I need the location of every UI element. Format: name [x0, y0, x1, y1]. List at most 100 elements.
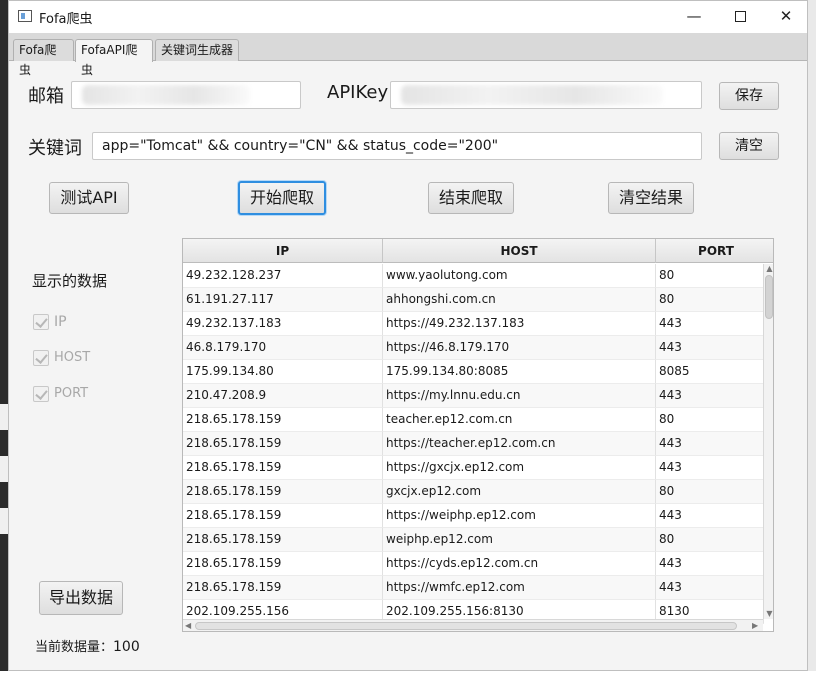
cell-host: 175.99.134.80:8085 [383, 360, 656, 384]
cell-host: https://wmfc.ep12.com [383, 576, 656, 600]
minimize-button[interactable]: — [671, 1, 717, 33]
desktop-fragment [0, 508, 8, 534]
keyword-label: 关键词 [28, 138, 82, 159]
cell-host: https://weiphp.ep12.com [383, 504, 656, 528]
cell-host: https://teacher.ep12.com.cn [383, 432, 656, 456]
test-api-button[interactable]: 测试API [49, 182, 129, 214]
results-table[interactable]: IP HOST PORT 49.232.128.237 www.yaolutong… [182, 238, 774, 632]
scroll-right-icon[interactable]: ▶ [752, 621, 758, 630]
table-row[interactable]: 218.65.178.159 https://cyds.ep12.com.cn 44… [183, 552, 764, 576]
cell-ip: 175.99.134.80 [183, 360, 383, 384]
cell-port: 8085 [656, 360, 764, 384]
save-button[interactable]: 保存 [719, 82, 779, 110]
start-crawl-button[interactable]: 开始爬取 [238, 181, 326, 215]
checkbox-port-box[interactable] [33, 386, 49, 402]
cell-port: 443 [656, 312, 764, 336]
cell-ip: 218.65.178.159 [183, 552, 383, 576]
table-row[interactable]: 218.65.178.159 weiphp.ep12.com 80 [183, 528, 764, 552]
display-options-title: 显示的数据 [32, 272, 108, 290]
checkbox-ip-box[interactable] [33, 314, 49, 330]
cell-host: https://46.8.179.170 [383, 336, 656, 360]
table-row[interactable]: 218.65.178.159 https://teacher.ep12.com.c… [183, 432, 764, 456]
checkbox-ip-label: IP [54, 314, 67, 330]
stop-crawl-button[interactable]: 结束爬取 [428, 182, 514, 214]
cell-port: 80 [656, 480, 764, 504]
apikey-label: APIKey [327, 82, 389, 103]
cell-ip: 210.47.208.9 [183, 384, 383, 408]
tab-keyword-generator[interactable]: 关键词生成器 [155, 39, 239, 61]
cell-ip: 218.65.178.159 [183, 528, 383, 552]
horizontal-scrollbar[interactable]: ◀ ▶ [183, 619, 763, 631]
table-row[interactable]: 218.65.178.159 gxcjx.ep12.com 80 [183, 480, 764, 504]
clear-results-button[interactable]: 清空结果 [608, 182, 694, 214]
table-body: 49.232.128.237 www.yaolutong.com 80 61.191.… [183, 264, 764, 624]
data-count-label: 当前数据量：100 [35, 636, 140, 655]
desktop-fragment [0, 456, 8, 482]
cell-host: gxcjx.ep12.com [383, 480, 656, 504]
table-row[interactable]: 175.99.134.80 175.99.134.80:8085 8085 [183, 360, 764, 384]
title-bar[interactable]: Fofa爬虫 — ✕ [9, 1, 807, 33]
table-row[interactable]: 210.47.208.9 https://my.lnnu.edu.cn 443 [183, 384, 764, 408]
vertical-scroll-thumb[interactable] [765, 275, 773, 319]
email-label: 邮箱 [28, 86, 64, 107]
apikey-field[interactable] [390, 81, 702, 109]
cell-port: 443 [656, 432, 764, 456]
table-row[interactable]: 218.65.178.159 teacher.ep12.com.cn 80 [183, 408, 764, 432]
cell-port: 443 [656, 552, 764, 576]
cell-port: 80 [656, 264, 764, 288]
scroll-left-icon[interactable]: ◀ [185, 621, 191, 630]
email-field[interactable] [71, 81, 301, 109]
horizontal-scroll-thumb[interactable] [195, 622, 737, 630]
cell-port: 80 [656, 288, 764, 312]
vertical-scrollbar[interactable]: ▲ ▼ [763, 264, 773, 619]
table-row[interactable]: 49.232.128.237 www.yaolutong.com 80 [183, 264, 764, 288]
cell-ip: 61.191.27.117 [183, 288, 383, 312]
desktop-fragment [0, 404, 8, 430]
cell-host: https://cyds.ep12.com.cn [383, 552, 656, 576]
cell-host: https://my.lnnu.edu.cn [383, 384, 656, 408]
column-header-port[interactable]: PORT [656, 239, 773, 263]
keyword-field[interactable]: app="Tomcat" && country="CN" && status_c… [92, 132, 702, 160]
checkbox-host-box[interactable] [33, 350, 49, 366]
desktop-background [0, 0, 8, 679]
cell-host: https://49.232.137.183 [383, 312, 656, 336]
cell-ip: 218.65.178.159 [183, 456, 383, 480]
data-count-value: 100 [113, 639, 140, 655]
table-row[interactable]: 218.65.178.159 https://weiphp.ep12.com 443 [183, 504, 764, 528]
maximize-button[interactable] [717, 1, 763, 33]
redacted-email [82, 85, 250, 105]
cell-ip: 49.232.128.237 [183, 264, 383, 288]
cell-port: 443 [656, 456, 764, 480]
table-row[interactable]: 46.8.179.170 https://46.8.179.170 443 [183, 336, 764, 360]
tab-fofa-crawler[interactable]: Fofa爬虫 [13, 39, 74, 77]
maximize-icon [734, 11, 746, 22]
clear-keyword-button[interactable]: 清空 [719, 132, 779, 160]
tab-bar: Fofa爬虫 FofaAPI爬虫 关键词生成器 [9, 33, 807, 77]
cell-host: weiphp.ep12.com [383, 528, 656, 552]
scroll-down-icon[interactable]: ▼ [765, 609, 773, 618]
redacted-apikey [401, 85, 663, 105]
window-title: Fofa爬虫 [39, 12, 93, 27]
scroll-up-icon[interactable]: ▲ [765, 264, 773, 273]
table-row[interactable]: 218.65.178.159 https://gxcjx.ep12.com 443 [183, 456, 764, 480]
checkbox-port-label: PORT [54, 386, 89, 401]
tab-fofa-api-crawler[interactable]: FofaAPI爬虫 [75, 39, 153, 77]
column-header-host[interactable]: HOST [383, 239, 656, 263]
cell-host: teacher.ep12.com.cn [383, 408, 656, 432]
cell-ip: 49.232.137.183 [183, 312, 383, 336]
table-row[interactable]: 218.65.178.159 https://wmfc.ep12.com 443 [183, 576, 764, 600]
close-button[interactable]: ✕ [763, 1, 809, 33]
cell-port: 443 [656, 384, 764, 408]
cell-ip: 218.65.178.159 [183, 408, 383, 432]
cell-ip: 218.65.178.159 [183, 504, 383, 528]
cell-ip: 218.65.178.159 [183, 576, 383, 600]
cell-port: 443 [656, 576, 764, 600]
table-row[interactable]: 61.191.27.117 ahhongshi.com.cn 80 [183, 288, 764, 312]
column-header-ip[interactable]: IP [183, 239, 383, 263]
export-data-button[interactable]: 导出数据 [39, 581, 123, 615]
app-window: Fofa爬虫 — ✕ Fofa爬虫 FofaAPI爬虫 关键词生成器 邮箱 AP… [8, 0, 808, 671]
checkbox-host-label: HOST [54, 350, 91, 365]
table-row[interactable]: 49.232.137.183 https://49.232.137.183 443 [183, 312, 764, 336]
app-icon [18, 10, 32, 22]
desktop-background-bottom [0, 671, 816, 679]
